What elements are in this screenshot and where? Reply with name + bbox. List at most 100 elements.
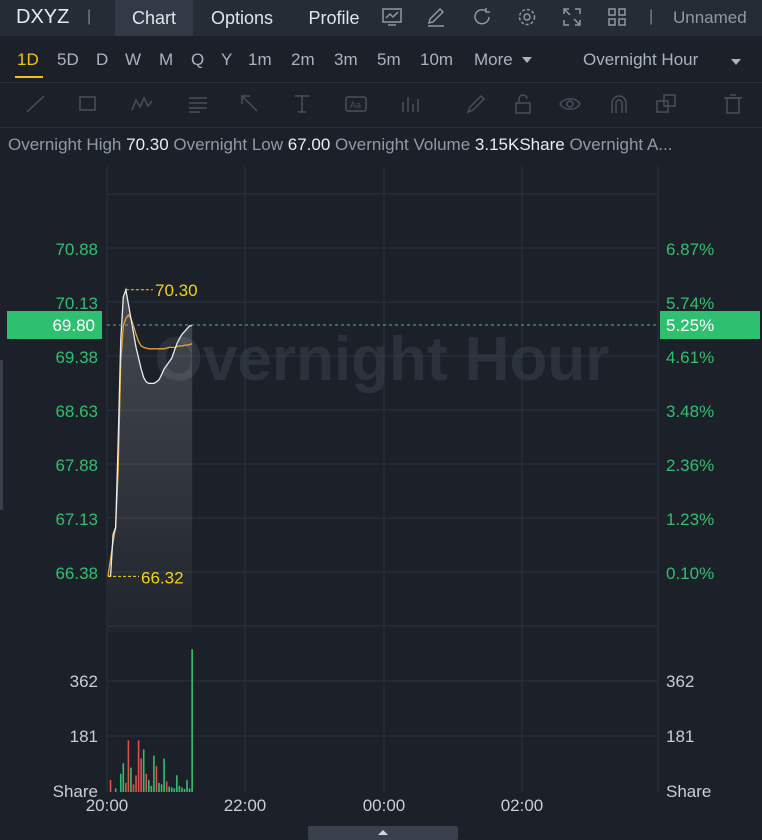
volume-bar — [188, 788, 191, 792]
bar-pattern-icon[interactable] — [398, 92, 422, 116]
percent-tick-label: 1.23% — [666, 510, 714, 529]
top-bar: DXYZ | Chart Options Profile | Unnamed — [0, 0, 762, 36]
volume-bar — [122, 763, 125, 792]
magnet-icon[interactable] — [607, 92, 631, 116]
trash-icon[interactable] — [721, 92, 745, 116]
chevron-up-icon — [378, 830, 388, 835]
text-tool-icon[interactable] — [291, 92, 315, 116]
timeframe-5m[interactable]: 5m — [377, 50, 401, 70]
fullscreen-icon[interactable] — [561, 6, 583, 28]
time-tick-label: 00:00 — [363, 796, 406, 815]
volume-bar — [125, 782, 127, 792]
price-tick-label: 70.13 — [55, 294, 98, 313]
price-tick-label: 68.63 — [55, 402, 98, 421]
volume-bar — [165, 781, 168, 792]
chart-scrollbar[interactable] — [308, 826, 458, 840]
volume-bar — [163, 758, 165, 792]
price-tick-label: 70.88 — [55, 240, 98, 259]
grid-layout-icon[interactable] — [606, 6, 628, 28]
time-tick-label: 02:00 — [501, 796, 544, 815]
volume-bar — [137, 740, 140, 792]
timeframe-month[interactable]: M — [159, 50, 173, 70]
percent-tick-label: 5.74% — [666, 294, 714, 313]
price-tick-label: 67.13 — [55, 510, 98, 529]
tab-options[interactable]: Options — [202, 0, 282, 36]
volume-bar — [119, 773, 122, 792]
time-tick-label: 20:00 — [86, 796, 129, 815]
eye-icon[interactable] — [558, 92, 582, 116]
price-tick-label: 67.88 — [55, 456, 98, 475]
refresh-icon[interactable] — [471, 6, 493, 28]
timeframe-week[interactable]: W — [125, 50, 141, 70]
lock-icon[interactable] — [511, 92, 535, 116]
volume-tick-label: 362 — [666, 672, 694, 691]
rectangle-icon[interactable] — [76, 92, 100, 116]
volume-unit-label: Share — [666, 782, 711, 801]
volume-bar — [181, 787, 183, 792]
pattern-icon[interactable] — [130, 92, 154, 116]
tab-profile[interactable]: Profile — [298, 0, 370, 36]
separator: | — [649, 8, 654, 25]
chart-icon[interactable] — [381, 6, 403, 28]
volume-bar — [148, 779, 150, 792]
price-chart[interactable]: Overnight Hour 70.88 70.13 69.38 68.63 67.88 6… — [0, 160, 762, 826]
panel-edge — [0, 360, 3, 510]
separator: | — [87, 8, 92, 25]
volume-bar — [160, 784, 163, 792]
timeframe-5d[interactable]: 5D — [57, 50, 79, 70]
fib-icon[interactable] — [186, 92, 210, 116]
tab-chart[interactable]: Chart — [115, 0, 193, 36]
volume-bar — [130, 767, 132, 792]
volume-bar — [135, 775, 137, 792]
timeframe-year[interactable]: Y — [221, 50, 232, 70]
timeframe-1d[interactable]: 1D — [17, 50, 39, 70]
volume-bar — [153, 755, 155, 792]
volume-bar — [173, 788, 176, 792]
price-tick-label: 69.38 — [55, 348, 98, 367]
volume-bar — [140, 758, 142, 792]
volume-tick-label: 181 — [666, 727, 694, 746]
volume-bar — [170, 787, 173, 792]
brush-icon[interactable] — [464, 92, 488, 116]
percent-tick-label: 6.87% — [666, 240, 714, 259]
volume-bar — [109, 779, 112, 792]
session-dropdown[interactable]: Overnight Hour — [583, 50, 698, 70]
volume-bar — [145, 773, 148, 792]
high-label: Overnight High — [8, 135, 122, 154]
timeframe-quarter[interactable]: Q — [191, 50, 204, 70]
timeframe-1m[interactable]: 1m — [248, 50, 272, 70]
layout-name[interactable]: Unnamed — [673, 8, 747, 28]
volume-bar — [150, 785, 153, 792]
arrow-icon[interactable] — [238, 92, 262, 116]
volume-tick-label: 362 — [70, 672, 98, 691]
more-timeframes-button[interactable]: More — [474, 50, 513, 70]
volume-bar — [127, 740, 130, 792]
volume-bar — [186, 779, 188, 792]
volume-value: 3.15KShare — [474, 135, 565, 154]
ticker-symbol[interactable]: DXYZ — [16, 6, 69, 29]
high-value: 70.30 — [126, 135, 169, 154]
volume-label: Overnight Volume — [335, 135, 471, 154]
volume-bar — [158, 782, 160, 792]
timeframe-2m[interactable]: 2m — [291, 50, 315, 70]
volume-bar — [168, 786, 170, 792]
timeframe-3m[interactable]: 3m — [334, 50, 358, 70]
trend-line-icon[interactable] — [24, 92, 48, 116]
copy-icon[interactable] — [654, 92, 678, 116]
volume-tick-label: 181 — [70, 727, 98, 746]
chevron-down-icon — [522, 57, 532, 63]
percent-tick-label: 0.10% — [666, 564, 714, 583]
low-label: Overnight Low — [173, 135, 284, 154]
label-icon[interactable]: Aa — [344, 92, 368, 116]
volume-bar — [155, 766, 158, 792]
timeframe-day[interactable]: D — [96, 50, 108, 70]
low-value: 67.00 — [287, 135, 331, 154]
pencil-icon[interactable] — [425, 6, 447, 28]
current-price-label: 69.80 — [52, 316, 95, 335]
settings-icon[interactable] — [516, 6, 538, 28]
high-marker-label: 70.30 — [155, 281, 198, 300]
watermark: Overnight Hour — [155, 325, 610, 394]
overnight-stats: Overnight High 70.30 Overnight Low 67.00… — [8, 135, 672, 155]
svg-text:Aa: Aa — [350, 100, 361, 110]
timeframe-10m[interactable]: 10m — [420, 50, 453, 70]
